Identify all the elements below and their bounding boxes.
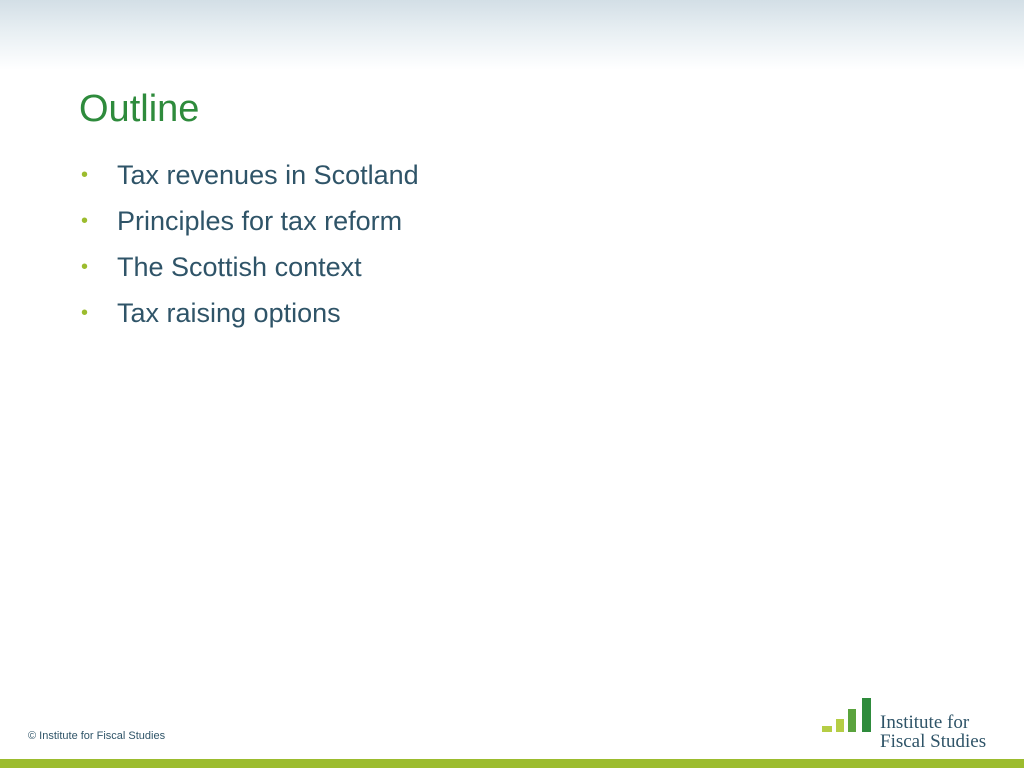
bullet-item: • Tax raising options: [79, 293, 419, 339]
bullet-text: Tax raising options: [117, 298, 341, 328]
bullet-item: • Tax revenues in Scotland: [79, 155, 419, 201]
logo-text-line1: Institute for: [880, 712, 970, 733]
logo-text: Institute for Fiscal Studies: [880, 713, 986, 751]
logo-bar-3: [848, 709, 856, 732]
bullet-text: The Scottish context: [117, 252, 362, 282]
bullet-text: Tax revenues in Scotland: [117, 160, 419, 190]
bullet-item: • The Scottish context: [79, 247, 419, 293]
bar-chart-logo-icon: [822, 698, 871, 732]
ifs-logo: Institute for Fiscal Studies: [822, 697, 1002, 753]
logo-text-line2: Fiscal Studies: [880, 731, 987, 752]
footer-bar: [0, 759, 1024, 768]
bullet-item: • Principles for tax reform: [79, 201, 419, 247]
bullet-icon: •: [81, 302, 89, 324]
bullet-text: Principles for tax reform: [117, 206, 403, 236]
bullet-icon: •: [81, 256, 89, 278]
logo-bar-2: [836, 719, 844, 732]
logo-bar-4: [862, 698, 871, 732]
bullet-icon: •: [81, 210, 89, 232]
bullet-icon: •: [81, 164, 89, 186]
bullet-list: • Tax revenues in Scotland • Principles …: [79, 155, 419, 339]
logo-bar-1: [822, 726, 832, 732]
slide-title: Outline: [79, 88, 200, 130]
copyright-text: © Institute for Fiscal Studies: [28, 730, 166, 742]
header-gradient-band: [0, 0, 1024, 70]
